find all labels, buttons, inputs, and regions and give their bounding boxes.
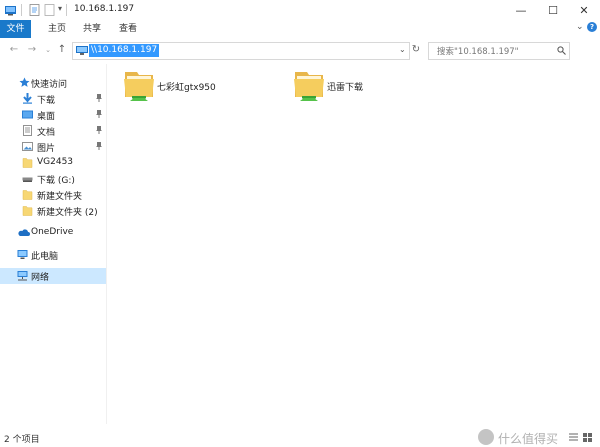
folder-icon [22,190,33,200]
status-bar: 2 个项目 什么值得买 [0,428,600,447]
nav-item-downloads[interactable]: 下载 [0,91,106,107]
tab-share[interactable]: 共享 [75,20,109,38]
search-icon[interactable] [557,46,566,55]
nav-item-new-folder-2[interactable]: 新建文件夹 (2) [0,203,106,219]
nav-item-this-pc[interactable]: 此电脑 [0,247,106,263]
window-title: 10.168.1.197 [74,4,135,14]
address-bar[interactable]: \\10.168.1.197 ⌄ [72,42,410,60]
address-dropdown-icon[interactable]: ⌄ [399,45,406,54]
cloud-icon [18,229,30,236]
watermark-text: 什么值得买 [498,432,559,446]
network-icon [17,271,28,281]
pictures-icon [22,142,33,151]
up-arrow-icon[interactable]: ↑ [56,43,68,57]
drive-icon [22,177,33,182]
computer-icon [17,250,28,259]
large-icons-view-icon[interactable] [582,432,593,443]
divider [66,4,67,16]
nav-item-documents[interactable]: 文档 [0,123,106,139]
tab-home[interactable]: 主页 [40,20,74,38]
forward-arrow-icon[interactable]: → [26,43,38,57]
shared-folder-icon[interactable] [291,68,327,104]
nav-item-quick-access[interactable]: 快速访问 [0,75,106,91]
shared-folder-icon[interactable] [121,68,157,104]
nav-item-network[interactable]: 网络 [0,268,106,284]
help-icon[interactable]: ? [587,22,597,32]
nav-item-pictures[interactable]: 图片 [0,139,106,155]
pin-icon[interactable] [96,94,102,102]
download-arrow-icon [23,93,32,104]
tab-file[interactable]: 文件 [0,20,31,38]
properties-icon[interactable] [29,4,40,16]
pin-icon[interactable] [96,142,102,150]
minimize-button[interactable]: — [505,0,537,20]
folder-label[interactable]: 迅雷下载 [327,80,363,93]
pin-icon[interactable] [96,110,102,118]
new-folder-icon[interactable] [44,4,55,16]
title-bar: ▾ 10.168.1.197 — ☐ ✕ [0,0,600,20]
customize-quick-access-icon[interactable]: ▾ [58,4,62,13]
search-placeholder: 搜索"10.168.1.197" [437,47,519,57]
item-count: 2 个项目 [4,435,40,445]
network-location-icon [76,46,88,55]
folder-icon [22,158,33,168]
navigation-pane: 快速访问 下载 桌面 文档 图片 VG2453 下载 (G:) 新建文件夹 新建… [0,64,107,424]
close-button[interactable]: ✕ [568,0,600,20]
refresh-icon[interactable]: ↻ [410,44,422,56]
search-input[interactable]: 搜索"10.168.1.197" [428,42,570,60]
nav-item-desktop[interactable]: 桌面 [0,107,106,123]
watermark-logo [478,429,494,445]
folder-icon [22,206,33,216]
nav-item-drive-g[interactable]: 下载 (G:) [0,171,106,187]
folder-label[interactable]: 七彩虹gtx950 [157,80,216,93]
address-row: ← → ⌄ ↑ \\10.168.1.197 ⌄ ↻ 搜索"10.168.1.1… [0,38,600,62]
content-area: 七彩虹gtx950 迅雷下载 [107,64,600,426]
nav-item-vg2453[interactable]: VG2453 [0,155,106,171]
tab-view[interactable]: 查看 [111,20,145,38]
details-view-icon[interactable] [568,432,579,443]
recent-locations-icon[interactable]: ⌄ [42,43,54,57]
nav-item-onedrive[interactable]: OneDrive [0,225,106,241]
desktop-icon [22,110,33,119]
divider [21,4,22,16]
maximize-button[interactable]: ☐ [537,0,569,20]
explorer-app-icon [5,6,16,16]
back-arrow-icon[interactable]: ← [8,43,20,57]
ribbon-tabs: 文件 主页 共享 查看 ⌄ ? [0,20,600,39]
star-icon [19,77,30,87]
chevron-down-icon[interactable]: ⌄ [576,22,584,32]
nav-item-new-folder[interactable]: 新建文件夹 [0,187,106,203]
document-icon [23,125,32,136]
pin-icon[interactable] [96,126,102,134]
address-path[interactable]: \\10.168.1.197 [89,44,160,57]
